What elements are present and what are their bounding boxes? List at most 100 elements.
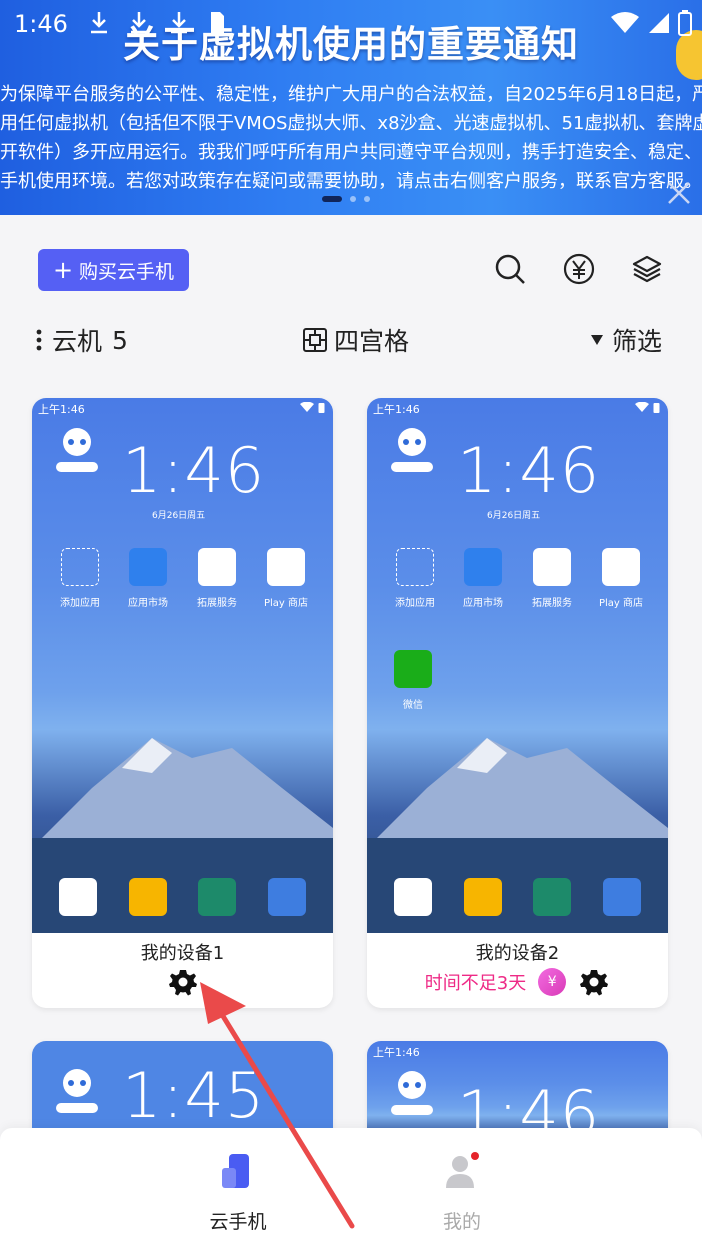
expiry-warning: 时间不足3天 [424, 973, 527, 994]
app-play-store: Play 商店 [591, 548, 651, 609]
extension-icon [198, 548, 236, 586]
bottom-navigation: 云手机 我的 [0, 1128, 702, 1248]
battery-icon [678, 10, 692, 36]
banner-line: 手机使用环境。若您对政策存在疑问或需要协助，请点击右侧客户服务，联系官方客服。 [0, 171, 702, 192]
robot-logo-icon [391, 428, 433, 472]
screen-date: 6月26日周五 [152, 511, 206, 521]
filter-button[interactable]: 筛选 [590, 322, 662, 358]
yuan-icon[interactable] [562, 252, 596, 286]
status-system-icons [610, 10, 692, 36]
gallery-icon [603, 878, 641, 916]
screen-clock: 1:45 [122, 1059, 266, 1132]
battery-icon [318, 403, 325, 413]
gear-icon[interactable] [578, 966, 610, 998]
app-extension: 拓展服务 [522, 548, 582, 609]
app-market: 应用市场 [118, 548, 178, 609]
app-label: 应用市场 [128, 598, 168, 609]
renew-coin-icon[interactable]: ¥ [538, 968, 567, 996]
cloud-phone-icon [222, 1154, 249, 1188]
triangle-down-icon [590, 335, 603, 345]
cloud-count-toggle[interactable]: 云机 5 [36, 322, 128, 358]
status-time: 1:46 [14, 10, 68, 38]
screen-status-time: 上午1:46 [373, 1046, 420, 1059]
add-app-icon [396, 548, 434, 586]
add-app-icon [61, 548, 99, 586]
banner-pager [322, 196, 370, 202]
close-icon[interactable] [664, 178, 694, 208]
pager-dot [350, 196, 356, 202]
grid-layout-toggle[interactable]: 四宫格 [302, 322, 409, 358]
app-label: 微信 [403, 700, 423, 711]
banner-line: 为保障平台服务的公平性、稳定性，维护广大用户的合法权益，自2025年6月18日起… [0, 84, 702, 105]
signal-icon [649, 13, 669, 33]
dock-app-icon [394, 878, 432, 916]
buy-cloud-phone-button[interactable]: + 购买云手机 [38, 249, 189, 291]
app-label: Play 商店 [598, 598, 644, 609]
settings-app-icon [198, 878, 236, 916]
layers-icon[interactable] [630, 252, 664, 286]
extension-icon [533, 548, 571, 586]
screen-date: 6月26日周五 [487, 511, 541, 521]
screen-clock: 1:46 [122, 434, 266, 507]
app-label: 拓展服务 [532, 598, 572, 609]
cloud-label: 云机 [52, 327, 103, 356]
device-card[interactable]: 上午1:46 1:46 6月26日周五 添加应用 应用市场 拓展服务 Play … [367, 398, 668, 1008]
search-icon[interactable] [493, 252, 527, 286]
app-market: 应用市场 [453, 548, 513, 609]
app-play-store: Play 商店 [256, 548, 316, 609]
app-label: 添加应用 [60, 598, 100, 609]
app-market-icon [464, 548, 502, 586]
download-icon [91, 12, 107, 34]
app-extension: 拓展服务 [187, 548, 247, 609]
tab-label: 云手机 [209, 1211, 267, 1233]
screen-status-time: 上午1:46 [38, 403, 85, 416]
sd-card-icon [211, 12, 224, 34]
settings-app-icon [533, 878, 571, 916]
user-icon [446, 1152, 479, 1188]
robot-logo-icon [56, 1069, 98, 1113]
gallery-icon [268, 878, 306, 916]
device-name: 我的设备2 [475, 943, 560, 964]
banner-line: 用任何虚拟机（包括但不限于VMOS虚拟大师、x8沙盒、光速虚拟机、51虚拟机、套… [0, 113, 702, 134]
device-card[interactable]: 上午1:46 1:46 6月26日周五 添加应用 应用市场 拓展服务 Play … [32, 398, 333, 1008]
app-wechat: 微信 [383, 650, 443, 711]
banner-body: 为保障平台服务的公平性、稳定性，维护广大用户的合法权益，自2025年6月18日起… [0, 80, 702, 196]
gear-icon[interactable] [167, 966, 199, 998]
cloud-count: 5 [112, 325, 128, 355]
wifi-icon [635, 402, 649, 412]
buy-button-label: 购买云手机 [79, 260, 175, 283]
grid-label: 四宫格 [334, 327, 410, 356]
tab-label: 我的 [442, 1211, 481, 1233]
robot-logo-icon [56, 428, 98, 472]
play-store-icon [267, 548, 305, 586]
app-label: Play 商店 [263, 598, 309, 609]
device-screen[interactable]: 上午1:46 1:46 6月26日周五 添加应用 应用市场 拓展服务 Play … [32, 398, 333, 933]
wifi-icon [611, 12, 639, 33]
plus-icon: + [52, 256, 74, 284]
pager-dot [364, 196, 370, 202]
app-label: 添加应用 [395, 598, 435, 609]
screen-clock: 1:46 [457, 434, 601, 507]
filter-label: 筛选 [611, 327, 662, 356]
more-vertical-icon [36, 329, 42, 351]
files-icon [129, 878, 167, 916]
app-market-icon [129, 548, 167, 586]
device-screen[interactable]: 上午1:46 1:46 6月26日周五 添加应用 应用市场 拓展服务 Play … [367, 398, 668, 933]
status-notification-icons [88, 10, 226, 36]
filter-row: 云机 5 四宫格 筛选 [0, 322, 702, 362]
wifi-icon [300, 402, 314, 412]
tab-mine[interactable]: 我的 [402, 1152, 522, 1234]
tab-cloud-phone[interactable]: 云手机 [178, 1152, 298, 1234]
app-label: 拓展服务 [197, 598, 237, 609]
screen-status-icons [300, 402, 325, 413]
screen-status-time: 上午1:46 [373, 403, 420, 416]
grid-icon [303, 328, 327, 352]
banner-line: 开软件）多开应用运行。我我们呼吁所有用户共同遵守平台规则，携手打造安全、稳定、高 [0, 142, 702, 163]
device-footer: 时间不足3天 ¥ [367, 966, 668, 998]
device-footer [32, 966, 333, 998]
wechat-icon [394, 650, 432, 688]
screen-status-icons [635, 402, 660, 413]
app-add: 添加应用 [385, 548, 445, 609]
pager-dot-active [322, 196, 342, 202]
download-icon [171, 12, 187, 34]
